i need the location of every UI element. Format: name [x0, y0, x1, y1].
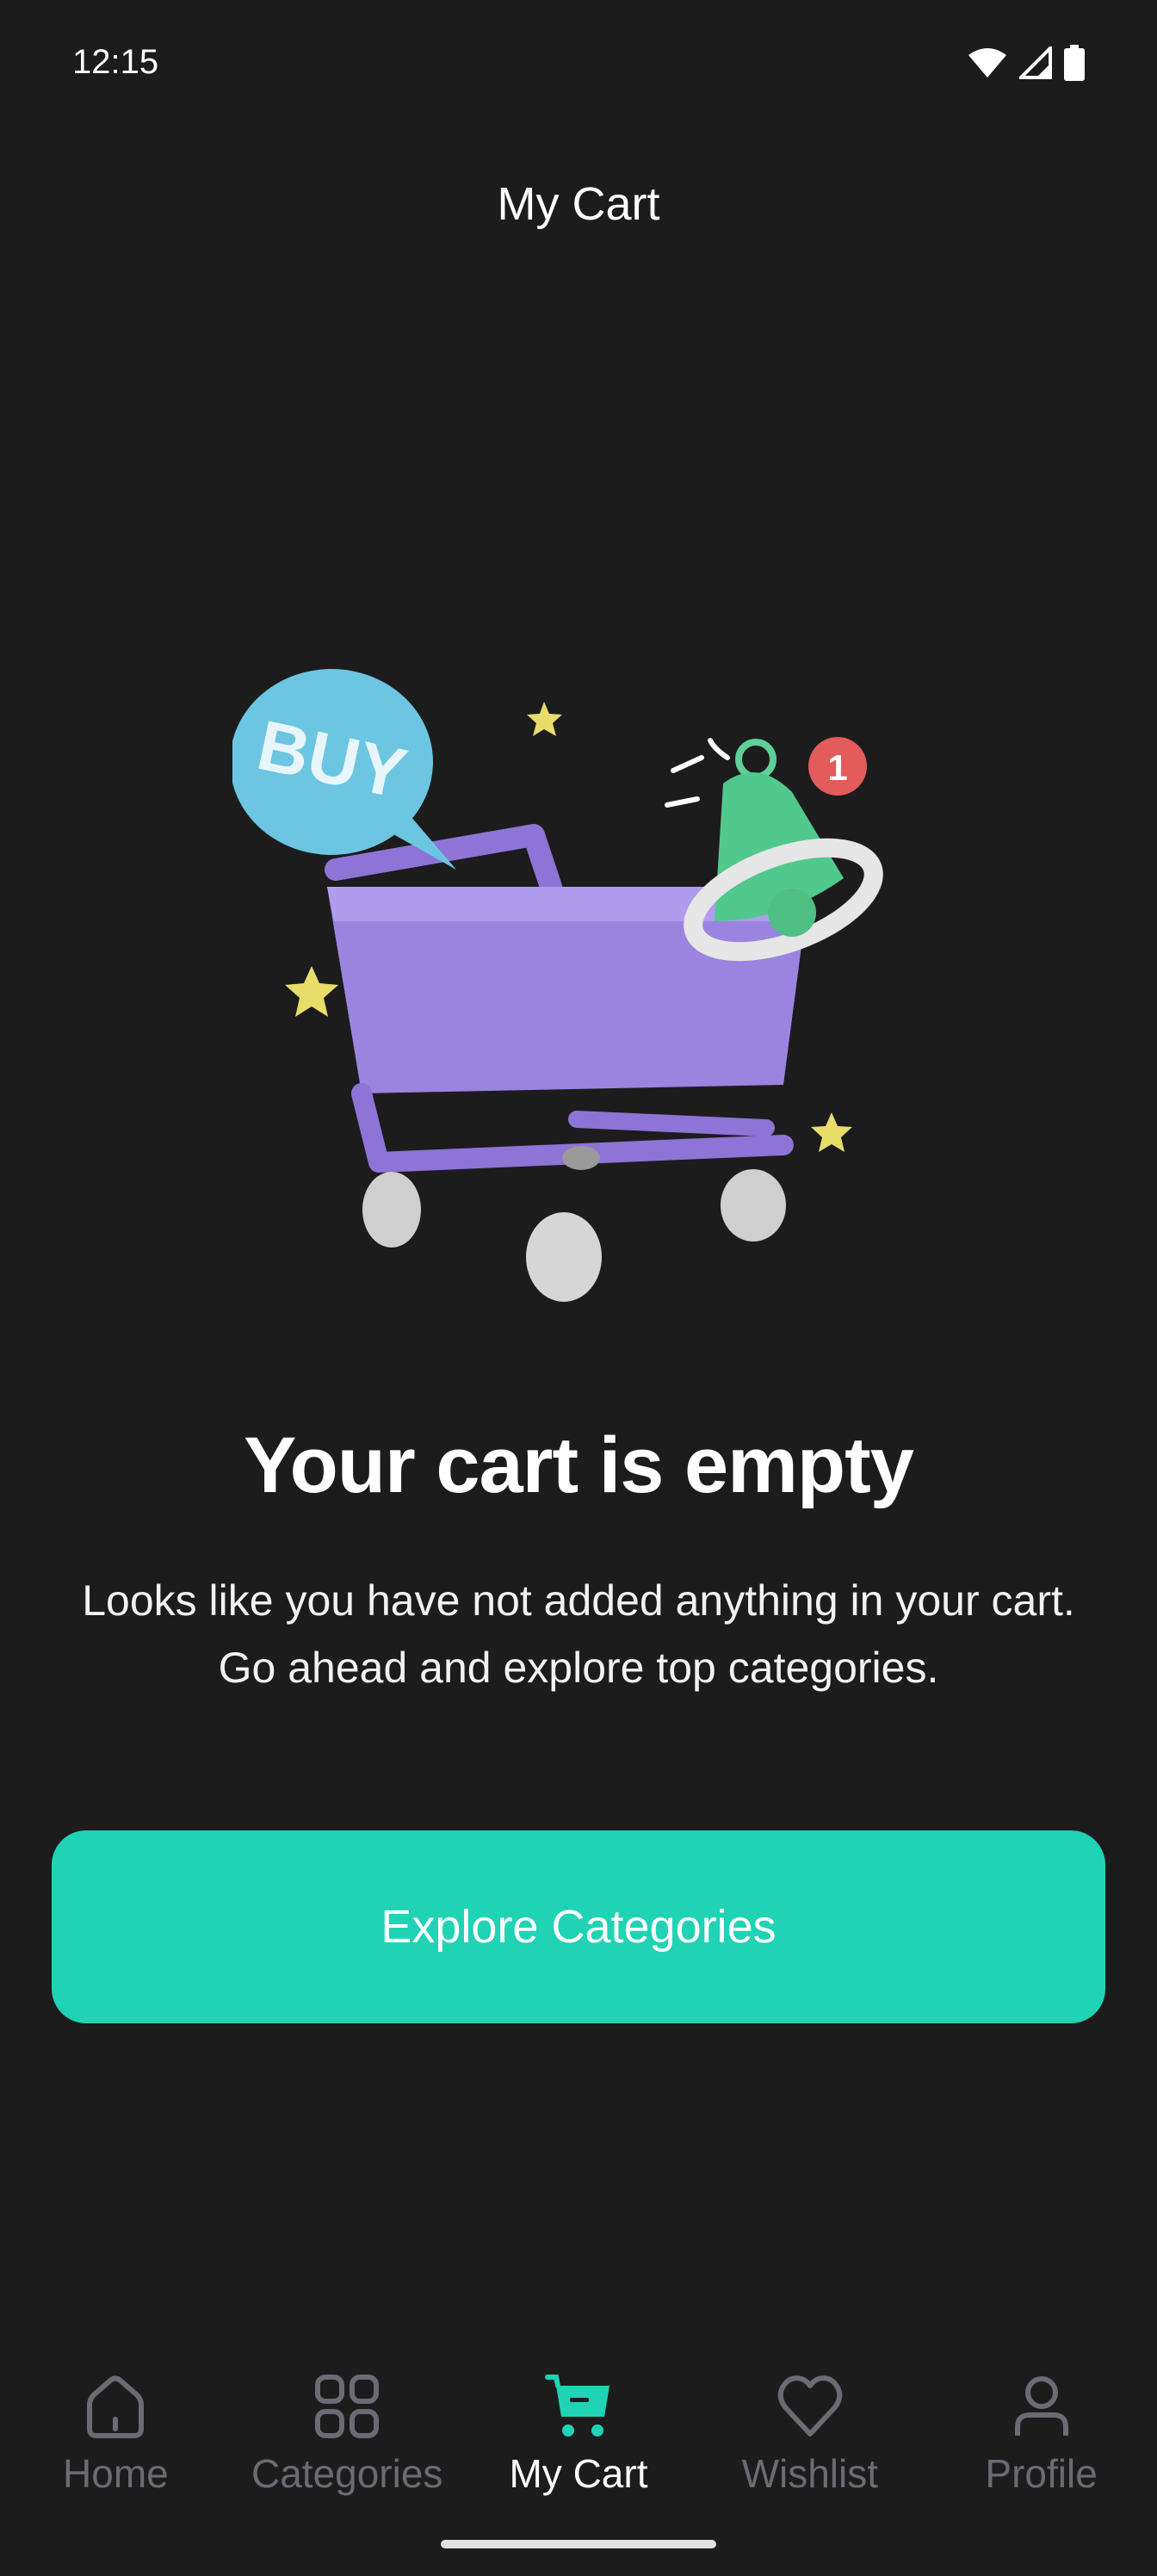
- notification-badge-count: 1: [827, 747, 847, 788]
- nav-label-wishlist: Wishlist: [741, 2451, 879, 2496]
- nav-item-categories[interactable]: Categories: [232, 2342, 463, 2514]
- person-icon: [1003, 2368, 1080, 2445]
- signal-icon: [1017, 44, 1052, 84]
- page-title: My Cart: [497, 178, 660, 230]
- nav-label-profile: Profile: [985, 2451, 1098, 2496]
- buy-bubble: BUY: [230, 669, 456, 870]
- nav-item-home[interactable]: Home: [0, 2342, 232, 2514]
- status-icons: [968, 44, 1085, 85]
- bell-icon: 1: [665, 737, 883, 962]
- home-icon: [77, 2368, 154, 2445]
- status-time: 12:15: [72, 43, 159, 81]
- nav-item-profile[interactable]: Profile: [925, 2342, 1157, 2514]
- home-indicator[interactable]: [441, 2540, 716, 2548]
- cart-icon: [540, 2368, 617, 2445]
- nav-item-my-cart[interactable]: My Cart: [463, 2342, 695, 2514]
- wifi-icon: [968, 46, 1007, 84]
- empty-cart-illustration: BUY 1: [230, 663, 921, 1317]
- bottom-navigation: Home Categories My Cart Wishlist Profile: [0, 2342, 1157, 2514]
- status-bar: 12:15: [0, 0, 1157, 129]
- nav-label-home: Home: [63, 2451, 169, 2496]
- star-icon: [285, 966, 338, 1017]
- empty-cart-heading: Your cart is empty: [244, 1421, 914, 1509]
- empty-cart-message: Looks like you have not added anything i…: [82, 1576, 1075, 1692]
- nav-label-my-cart: My Cart: [509, 2451, 648, 2496]
- grid-icon: [308, 2368, 386, 2445]
- star-icon: [527, 702, 562, 736]
- star-icon: [811, 1112, 852, 1152]
- nav-item-wishlist[interactable]: Wishlist: [694, 2342, 925, 2514]
- nav-label-categories: Categories: [251, 2451, 443, 2496]
- explore-categories-button[interactable]: Explore Categories: [52, 1830, 1105, 2023]
- battery-icon: [1064, 45, 1085, 85]
- heart-icon: [771, 2368, 849, 2445]
